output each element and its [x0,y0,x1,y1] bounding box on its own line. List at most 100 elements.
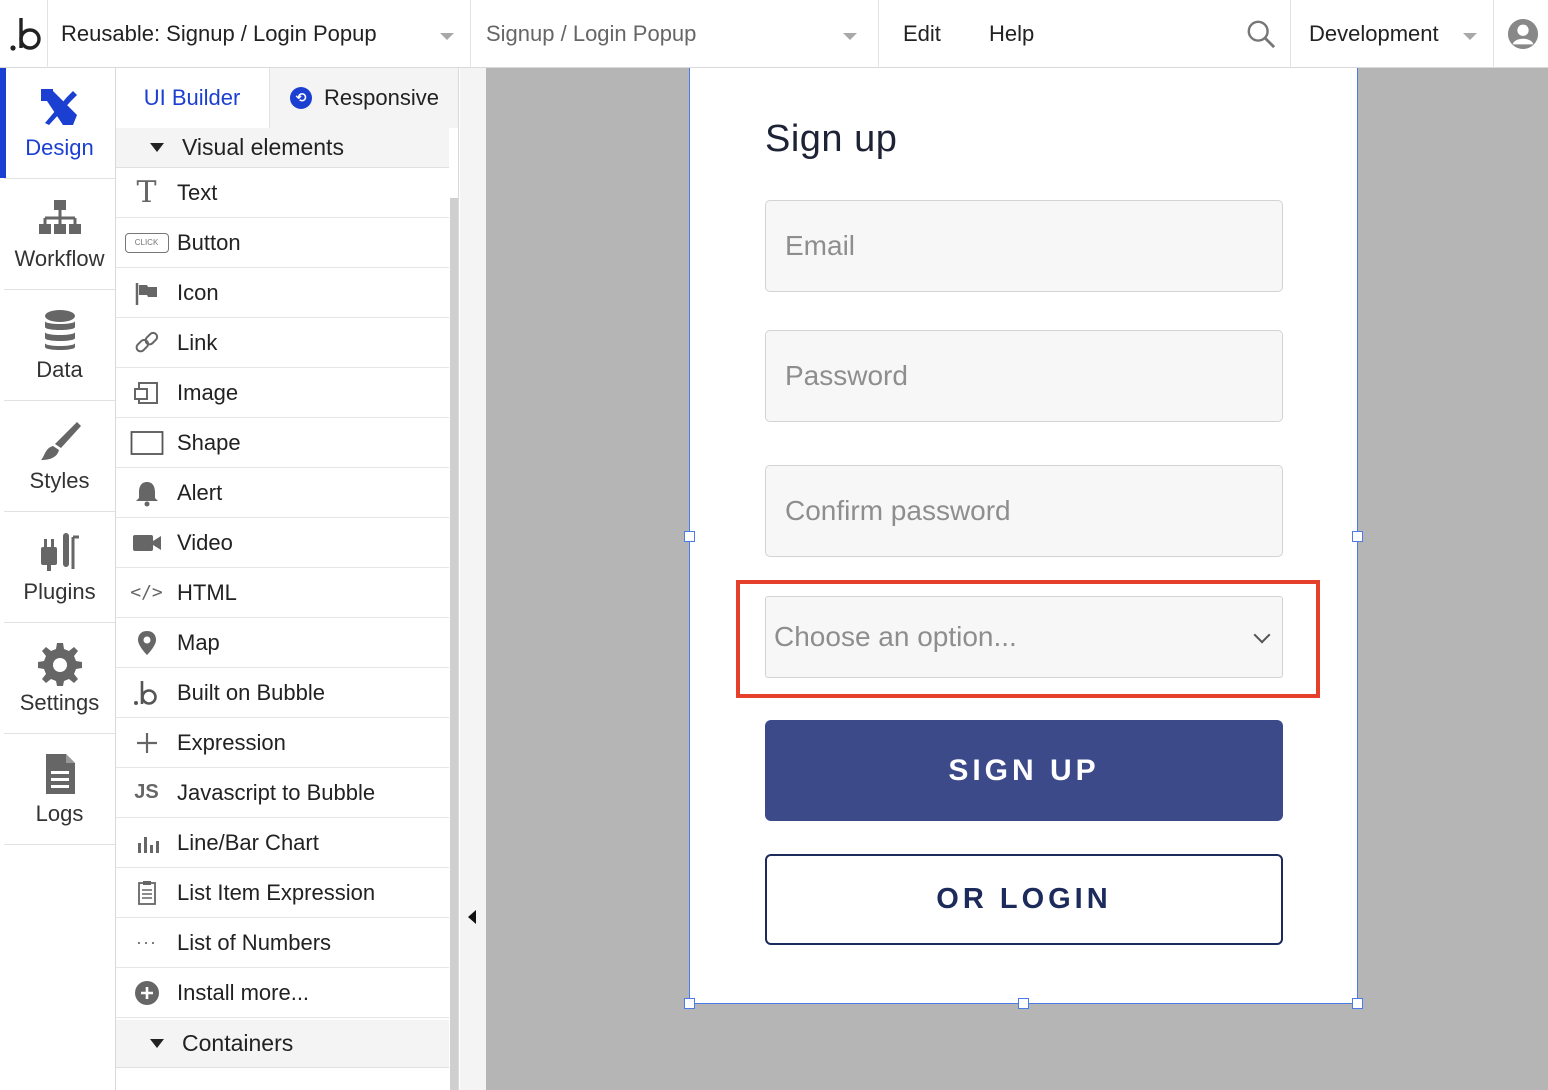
rail-label-logs: Logs [35,801,84,826]
top-bar: Reusable: Signup / Login Popup Signup / … [0,0,1548,68]
rail-active-indicator [0,68,6,178]
rail-item-settings[interactable]: Settings [4,623,115,734]
menu-edit[interactable]: Edit [903,0,941,68]
rail-label-design: Design [25,135,94,160]
menu-help-label: Help [989,21,1035,46]
palette-item-label: Button [177,229,241,255]
palette-item-label: Icon [177,279,219,305]
video-camera-icon [116,529,177,557]
confirm-password-field[interactable]: Confirm password [765,465,1283,557]
database-icon [44,310,75,350]
palette-item-map[interactable]: Map [116,618,449,668]
menu-help[interactable]: Help [989,0,1034,68]
page-selector[interactable]: Reusable: Signup / Login Popup [48,0,470,68]
password-field[interactable]: Password [765,330,1283,422]
chevron-down-icon [440,33,454,40]
rail-label-workflow: Workflow [14,246,105,271]
palette-item-text[interactable]: T Text [116,168,449,218]
palette-item-list-item-expression[interactable]: List Item Expression [116,868,449,918]
image-icon [116,379,177,407]
editor-canvas: Sign up Email Password Confirm password … [460,68,1548,1090]
element-palette: UI Builder ⟲ Responsive Visual elements … [116,68,459,1090]
password-placeholder: Password [785,360,908,391]
user-avatar-icon[interactable] [1498,0,1548,68]
palette-item-icon[interactable]: Icon [116,268,449,318]
paintbrush-icon [40,422,81,460]
rail-item-data[interactable]: Data [4,290,115,401]
sign-up-label: SIGN UP [948,753,1100,787]
section-visual-elements[interactable]: Visual elements [116,128,449,168]
resize-handle-right[interactable] [1352,531,1363,542]
resize-handle-bottom-left[interactable] [684,998,695,1009]
palette-item-label: List Item Expression [177,879,376,905]
tab-responsive-label: Responsive [324,85,439,110]
palette-tabs: UI Builder ⟲ Responsive [116,68,458,128]
rail-label-settings: Settings [19,690,100,715]
environment-label: Development [1309,21,1439,46]
palette-item-javascript-to-bubble[interactable]: JS Javascript to Bubble [116,768,449,818]
palette-item-alert[interactable]: Alert [116,468,449,518]
email-field[interactable]: Email [765,200,1283,292]
collapse-panel-icon[interactable] [468,910,476,924]
rail-item-plugins[interactable]: Plugins [4,512,115,623]
section-containers[interactable]: Containers [116,1020,449,1068]
popup-title: Sign up [765,118,898,160]
element-selector-label: Signup / Login Popup [486,21,697,46]
rail-label-plugins: Plugins [23,579,96,604]
chevron-down-icon [843,33,857,40]
resize-handle-bottom-right[interactable] [1352,998,1363,1009]
chevron-down-icon [1463,33,1477,40]
palette-item-shape[interactable]: Shape [116,418,449,468]
palette-scrollbar[interactable] [450,198,458,1090]
divider [878,0,879,68]
section-label: Containers [182,1030,294,1056]
gear-icon [37,643,82,686]
text-t-icon: T [136,175,157,210]
element-selector[interactable]: Signup / Login Popup [471,0,878,68]
highlight-box [736,580,1320,698]
resize-handle-left[interactable] [684,531,695,542]
palette-item-expression[interactable]: Expression [116,718,449,768]
tab-responsive[interactable]: ⟲ Responsive [269,68,458,128]
collapse-triangle-icon [150,1039,164,1048]
palette-item-install-more[interactable]: Install more... [116,968,449,1018]
plus-icon [116,729,177,757]
palette-item-label: Expression [177,729,286,755]
palette-item-built-on-bubble[interactable]: Built on Bubble [116,668,449,718]
flag-icon [116,279,177,307]
palette-item-line-bar-chart[interactable]: Line/Bar Chart [116,818,449,868]
palette-item-label: Link [177,329,218,355]
palette-item-video[interactable]: Video [116,518,449,568]
design-tools-icon [40,89,77,125]
search-icon[interactable] [1240,0,1282,68]
bubble-logo-icon[interactable] [8,0,46,68]
rail-item-design[interactable]: Design [4,68,115,179]
link-icon [116,329,177,357]
rail-item-logs[interactable]: Logs [4,734,115,845]
bubble-b-icon [116,679,177,707]
signup-login-popup[interactable]: Sign up Email Password Confirm password … [684,68,1363,1009]
resize-handle-bottom[interactable] [1018,998,1029,1009]
document-icon [45,754,75,794]
environment-selector[interactable]: Development [1291,0,1491,68]
rail-item-workflow[interactable]: Workflow [4,179,115,290]
confirm-password-placeholder: Confirm password [785,495,1011,526]
palette-item-link[interactable]: Link [116,318,449,368]
or-login-button[interactable]: OR LOGIN [765,854,1283,945]
map-pin-icon [116,629,177,657]
js-icon: JS [134,781,159,803]
palette-item-list-of-numbers[interactable]: ··· List of Numbers [116,918,449,968]
button-click-icon: CLICK [116,232,177,253]
plus-circle-icon [116,979,177,1007]
palette-item-image[interactable]: Image [116,368,449,418]
palette-item-button[interactable]: CLICK Button [116,218,449,268]
palette-item-html[interactable]: </> HTML [116,568,449,618]
responsive-icon: ⟲ [290,87,313,109]
clipboard-list-icon [116,879,177,907]
palette-item-list: T Text CLICK Button Icon Link Image Shap… [116,168,449,1018]
workflow-icon [38,200,81,234]
bell-icon [116,479,177,507]
sign-up-button[interactable]: SIGN UP [765,720,1283,821]
tab-ui-builder[interactable]: UI Builder [116,68,268,128]
rail-item-styles[interactable]: Styles [4,401,115,512]
